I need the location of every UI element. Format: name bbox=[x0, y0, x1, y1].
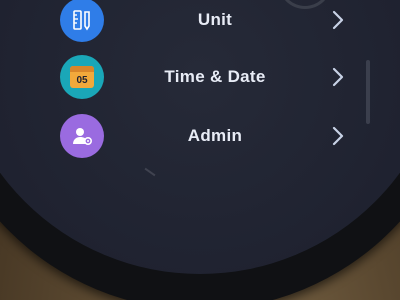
chevron-right-icon bbox=[326, 8, 350, 32]
menu-item-label: Unit bbox=[197, 10, 233, 29]
menu-item-admin[interactable]: Admin bbox=[60, 114, 350, 158]
menu-item-label: Admin bbox=[187, 126, 243, 145]
scrollbar[interactable] bbox=[366, 60, 370, 124]
ruler-pencil-icon bbox=[60, 0, 104, 42]
user-settings-icon bbox=[60, 114, 104, 158]
device-photo: Unit 05 Time & Date Admin bbox=[0, 0, 400, 300]
menu-item-unit[interactable]: Unit bbox=[60, 0, 350, 42]
calendar-day: 05 bbox=[76, 75, 88, 86]
calendar-binding bbox=[70, 66, 94, 72]
menu-item-label: Time & Date bbox=[164, 67, 266, 86]
calendar-icon: 05 bbox=[70, 66, 94, 88]
chevron-right-icon bbox=[326, 124, 350, 148]
chevron-right-icon bbox=[326, 65, 350, 89]
menu-item-time-date[interactable]: 05 Time & Date bbox=[60, 55, 350, 99]
calendar-icon-badge: 05 bbox=[60, 55, 104, 99]
